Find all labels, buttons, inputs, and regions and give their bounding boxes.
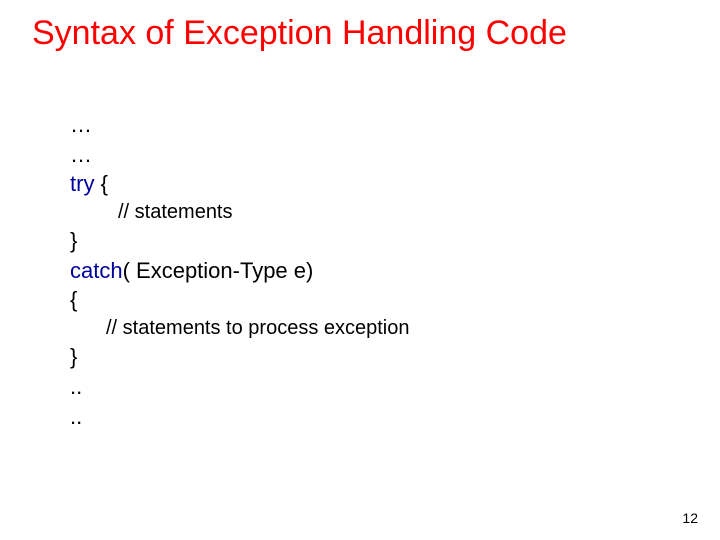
code-line-3: try { [70, 169, 660, 199]
code-text: { [94, 171, 107, 196]
slide: Syntax of Exception Handling Code … … tr… [0, 0, 720, 540]
code-line-5: } [70, 226, 660, 256]
code-line-7: { [70, 285, 660, 315]
code-line-2: … [70, 140, 660, 170]
keyword-try: try [70, 171, 94, 196]
code-line-10: .. [70, 372, 660, 402]
code-line-4-comment: // statements [70, 199, 660, 226]
code-line-1: … [70, 110, 660, 140]
page-number: 12 [682, 510, 698, 526]
slide-title: Syntax of Exception Handling Code [32, 14, 688, 53]
code-line-11: .. [70, 402, 660, 432]
code-block: … … try { // statements } catch( Excepti… [70, 110, 660, 431]
code-line-8-comment: // statements to process exception [70, 315, 660, 342]
code-line-6: catch( Exception-Type e) [70, 256, 660, 286]
code-text: ( Exception-Type e) [123, 258, 314, 283]
code-line-9: } [70, 342, 660, 372]
keyword-catch: catch [70, 258, 123, 283]
